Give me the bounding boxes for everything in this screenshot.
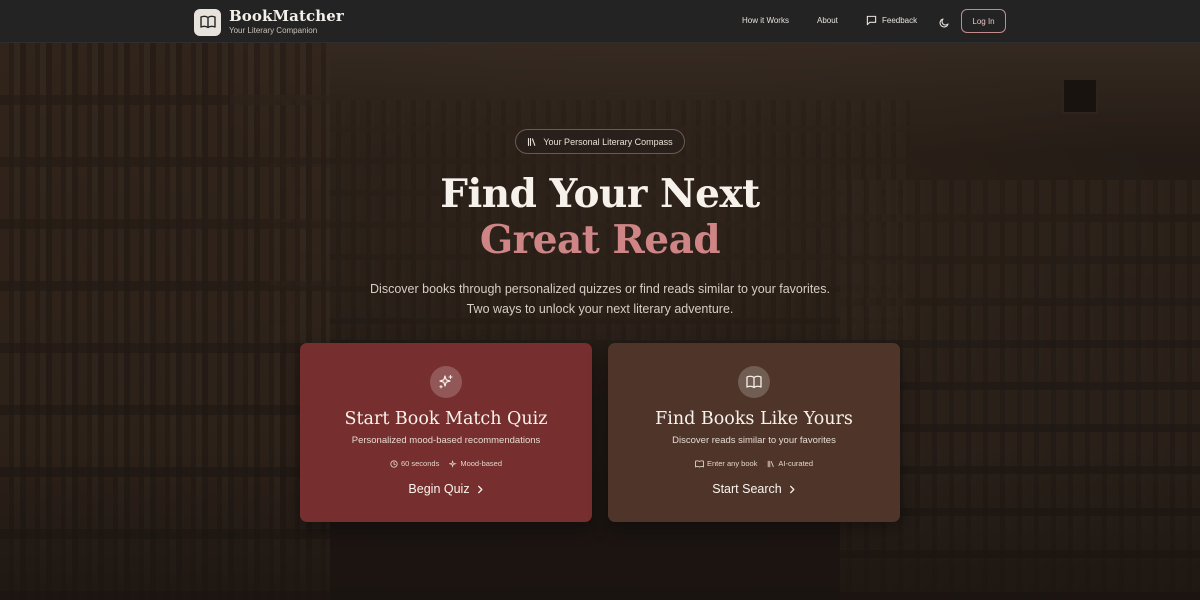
hero-subtitle-line2: Two ways to unlock your next literary ad…	[466, 302, 734, 316]
moon-icon	[939, 18, 949, 28]
quiz-card-meta: 60 seconds Mood-based	[300, 459, 592, 468]
search-card-description: Discover reads similar to your favorites	[672, 435, 836, 446]
brand-name: BookMatcher	[229, 7, 344, 25]
book-open-icon	[194, 8, 221, 36]
book-open-icon	[695, 459, 704, 468]
search-card-title: Find Books Like Yours	[655, 409, 853, 429]
begin-quiz-label: Begin Quiz	[408, 482, 470, 496]
brand-home-link[interactable]: BookMatcher Your Literary Companion	[194, 8, 344, 36]
hero-title-highlight: Great Read	[479, 217, 721, 263]
quiz-card-title: Start Book Match Quiz	[344, 409, 548, 429]
chevron-right-icon	[477, 485, 483, 493]
search-card-meta: Enter any book AI-curated	[608, 459, 900, 468]
nav-feedback[interactable]: Feedback	[866, 15, 917, 26]
nav-how-it-works[interactable]: How it Works	[742, 16, 789, 25]
start-search-button[interactable]: Start Search	[608, 482, 900, 496]
top-navbar: BookMatcher Your Literary Companion How …	[0, 0, 1200, 43]
search-card[interactable]: Find Books Like Yours Discover reads sim…	[608, 343, 900, 522]
hero-badge-label: Your Personal Literary Compass	[543, 136, 673, 147]
search-input-hint-label: Enter any book	[706, 459, 758, 468]
message-square-icon	[866, 15, 877, 26]
library-icon	[528, 137, 536, 146]
brand-tagline: Your Literary Companion	[229, 26, 318, 35]
search-input-hint: Enter any book	[695, 459, 757, 468]
quiz-card-description: Personalized mood-based recommendations	[351, 435, 541, 446]
quiz-mood: Mood-based	[449, 459, 502, 468]
search-ai-curated-label: AI-curated	[778, 459, 814, 468]
clock-icon	[390, 459, 398, 468]
hero-subtitle-line1: Discover books through personalized quiz…	[370, 282, 830, 296]
sparkles-icon	[430, 366, 462, 398]
hero-title: Find Your Next	[440, 171, 760, 217]
quiz-duration: 60 seconds	[390, 459, 439, 468]
book-open-icon	[738, 366, 770, 398]
begin-quiz-button[interactable]: Begin Quiz	[300, 482, 592, 496]
quiz-mood-label: Mood-based	[460, 459, 503, 468]
library-icon	[768, 460, 775, 467]
quiz-duration-label: 60 seconds	[400, 459, 440, 468]
nav-feedback-label: Feedback	[882, 16, 918, 25]
start-search-label: Start Search	[712, 482, 782, 496]
search-ai-curated: AI-curated	[767, 459, 813, 468]
hero-subtitle: Discover books through personalized quiz…	[0, 279, 1200, 319]
theme-toggle-button[interactable]	[939, 15, 950, 33]
login-button[interactable]: Log In	[961, 9, 1006, 33]
chevron-right-icon	[789, 485, 795, 493]
quiz-card[interactable]: Start Book Match Quiz Personalized mood-…	[300, 343, 592, 522]
sparkles-icon	[449, 459, 458, 468]
nav-about[interactable]: About	[817, 16, 838, 25]
hero-badge: Your Personal Literary Compass	[515, 129, 685, 154]
